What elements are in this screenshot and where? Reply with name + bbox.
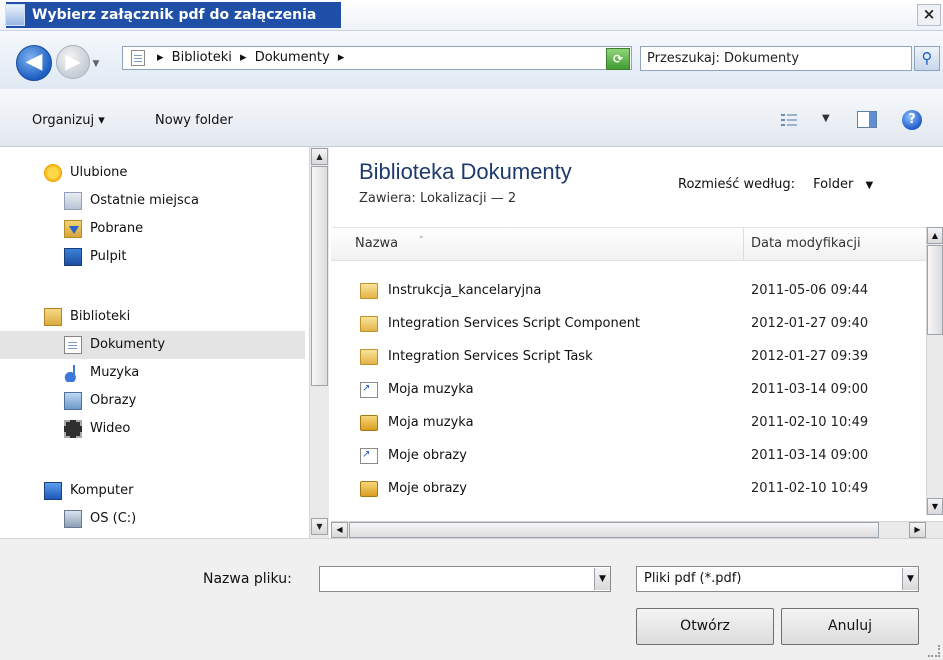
drive-icon xyxy=(64,510,82,528)
column-header: Nazwa ˄ Data modyfikacji xyxy=(331,227,926,261)
column-name[interactable]: Nazwa xyxy=(355,236,398,251)
file-type-select[interactable]: Pliki pdf (*.pdf) xyxy=(636,566,919,592)
views-icon[interactable] xyxy=(781,113,799,127)
folder-icon xyxy=(360,283,378,299)
cancel-button[interactable]: Anuluj xyxy=(781,608,919,645)
table-row[interactable]: Moje obrazy 2011-03-14 09:00 xyxy=(331,439,926,473)
sort-arrow-icon: ˄ xyxy=(419,236,424,246)
preview-pane-icon[interactable] xyxy=(857,111,877,128)
scroll-thumb[interactable] xyxy=(349,522,879,538)
back-button[interactable]: ◀ xyxy=(16,45,52,81)
file-name-input[interactable] xyxy=(319,566,611,592)
folder-icon xyxy=(360,316,378,332)
arrange-by-value[interactable]: Folder xyxy=(813,177,853,192)
sidebar-item-libraries[interactable]: Biblioteki xyxy=(0,303,305,331)
close-button[interactable]: × xyxy=(917,4,941,26)
locked-folder-icon xyxy=(360,481,378,497)
table-row[interactable]: Moja muzyka 2011-02-10 10:49 xyxy=(331,406,926,440)
column-date-modified[interactable]: Data modyfikacji xyxy=(751,236,861,251)
file-name-label: Nazwa pliku: xyxy=(203,571,292,587)
sidebar-item-desktop[interactable]: Pulpit xyxy=(0,243,305,271)
sidebar-item-documents[interactable]: Dokumenty xyxy=(0,331,305,359)
shortcut-icon xyxy=(360,382,378,398)
resize-grip[interactable] xyxy=(928,645,940,657)
shortcut-icon xyxy=(360,448,378,464)
star-icon xyxy=(44,164,62,182)
desktop-icon xyxy=(64,248,82,266)
sidebar-item-downloads[interactable]: Pobrane xyxy=(0,215,305,243)
app-icon xyxy=(5,4,25,26)
table-row[interactable]: Moja muzyka 2011-03-14 09:00 xyxy=(331,373,926,407)
navigation-pane: Ulubione Ostatnie miejsca Pobrane Pulpit… xyxy=(0,147,329,538)
scroll-down-icon[interactable]: ▼ xyxy=(311,518,328,535)
library-title: Biblioteka Dokumenty xyxy=(359,159,572,184)
sidebar-item-drive-c[interactable]: OS (C:) xyxy=(0,505,305,533)
table-row[interactable]: Moje obrazy 2011-02-10 10:49 xyxy=(331,472,926,506)
file-type-dropdown-icon[interactable]: ▼ xyxy=(902,568,918,590)
arrange-by-label: Rozmieść według: xyxy=(678,177,795,192)
locked-folder-icon xyxy=(360,415,378,431)
file-list-horizontal-scrollbar[interactable]: ◀ ▶ xyxy=(331,521,943,538)
breadcrumb-dokumenty[interactable]: Dokumenty xyxy=(255,50,330,65)
scroll-up-icon[interactable]: ▲ xyxy=(927,227,943,244)
sidebar-item-pictures[interactable]: Obrazy xyxy=(0,387,305,415)
refresh-button[interactable]: ⟳ xyxy=(606,48,630,70)
forward-button[interactable]: ▶ xyxy=(56,45,90,79)
documents-icon xyxy=(64,336,82,354)
scroll-thumb[interactable] xyxy=(311,166,328,386)
window-title: Wybierz załącznik pdf do załączenia xyxy=(6,2,341,28)
new-folder-button[interactable]: Nowy folder xyxy=(155,113,233,128)
scroll-right-icon[interactable]: ▶ xyxy=(909,522,926,538)
search-icon[interactable]: ⚲ xyxy=(914,46,940,71)
toolbar: Organizuj ▾ Nowy folder ▼ ? xyxy=(0,89,943,147)
video-icon xyxy=(64,420,82,438)
breadcrumb-biblioteki[interactable]: Biblioteki xyxy=(172,50,232,65)
file-list-pane: Biblioteka Dokumenty Zawiera: Lokalizacj… xyxy=(331,147,926,538)
scroll-down-icon[interactable]: ▼ xyxy=(927,498,943,515)
libraries-icon xyxy=(44,308,62,326)
table-row[interactable]: Instrukcja_kancelaryjna 2011-05-06 09:44 xyxy=(331,274,926,308)
column-divider[interactable] xyxy=(743,228,744,260)
organize-menu-button[interactable]: Organizuj ▾ xyxy=(32,113,105,128)
sidebar-item-videos[interactable]: Wideo xyxy=(0,415,305,443)
views-dropdown-icon[interactable]: ▼ xyxy=(822,113,830,124)
scroll-up-icon[interactable]: ▲ xyxy=(311,148,328,165)
downloads-icon xyxy=(64,220,82,238)
pictures-icon xyxy=(64,392,82,410)
table-row[interactable]: Integration Services Script Task 2012-01… xyxy=(331,340,926,374)
open-button[interactable]: Otwórz xyxy=(636,608,774,645)
sidebar-item-music[interactable]: Muzyka xyxy=(0,359,305,387)
breadcrumb: ▸ Biblioteki ▸ Dokumenty ▸ xyxy=(157,50,345,65)
navigation-pane-scrollbar[interactable]: ▲ ▼ xyxy=(309,147,329,538)
help-icon[interactable]: ? xyxy=(902,110,922,130)
document-library-icon xyxy=(131,50,145,66)
computer-icon xyxy=(44,482,62,500)
file-name-dropdown-icon[interactable]: ▼ xyxy=(594,568,610,590)
music-icon xyxy=(64,364,82,382)
arrange-by[interactable]: Rozmieść według: Folder ▼ xyxy=(678,177,873,192)
navigation-bar: ◀ ▶ ▼ ▸ Biblioteki ▸ Dokumenty ▸ ▼ ⟳ Prz… xyxy=(0,31,943,89)
sidebar-item-computer[interactable]: Komputer xyxy=(0,477,305,505)
sidebar-item-recent-places[interactable]: Ostatnie miejsca xyxy=(0,187,305,215)
sidebar-item-favorites[interactable]: Ulubione xyxy=(0,159,305,187)
title-bar: Wybierz załącznik pdf do załączenia × xyxy=(0,0,943,31)
folder-icon xyxy=(360,349,378,365)
scroll-thumb[interactable] xyxy=(927,245,943,335)
library-locations[interactable]: Zawiera: Lokalizacji — 2 xyxy=(359,191,516,206)
search-input[interactable]: Przeszukaj: Dokumenty xyxy=(640,46,912,71)
dialog-footer: Nazwa pliku: ▼ Pliki pdf (*.pdf) ▼ Otwór… xyxy=(0,538,943,660)
history-dropdown-icon[interactable]: ▼ xyxy=(90,59,102,71)
table-row[interactable]: Integration Services Script Component 20… xyxy=(331,307,926,341)
recent-places-icon xyxy=(64,192,82,210)
scroll-left-icon[interactable]: ◀ xyxy=(331,522,348,538)
arrange-dropdown-icon[interactable]: ▼ xyxy=(865,180,873,191)
file-list-vertical-scrollbar[interactable]: ▲ ▼ xyxy=(926,227,943,515)
address-bar[interactable]: ▸ Biblioteki ▸ Dokumenty ▸ ▼ xyxy=(122,46,720,70)
